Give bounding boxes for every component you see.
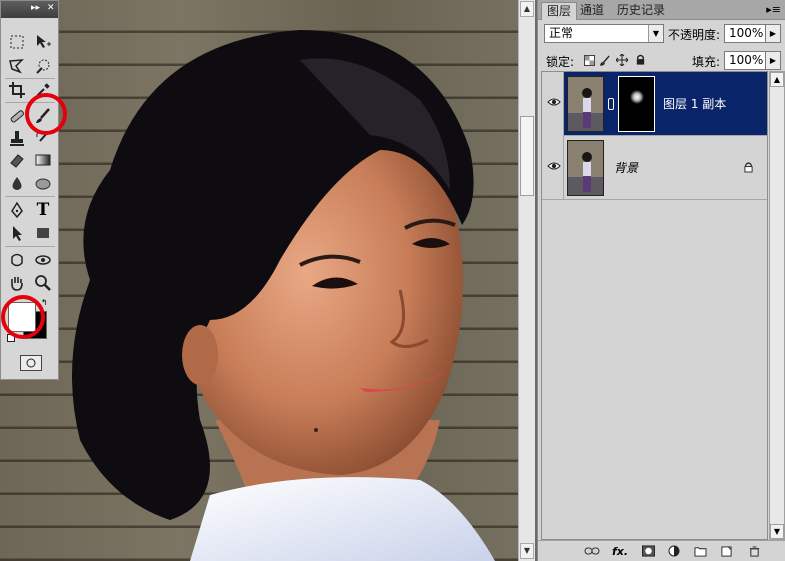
lock-position-icon[interactable] bbox=[615, 53, 629, 67]
photo-portrait bbox=[72, 30, 495, 561]
gradient-tool[interactable] bbox=[31, 149, 55, 171]
sponge-icon bbox=[35, 178, 51, 190]
layers-list: 图层 1 副本 背景 bbox=[541, 71, 768, 540]
canvas-scrollbar[interactable]: ▲ ▼ bbox=[518, 0, 535, 561]
toolbox-panel: ▸▸ ✕ T ↰ bbox=[0, 0, 67, 380]
layer-row[interactable]: 背景 bbox=[542, 136, 767, 200]
panel-bottom-bar: fx. bbox=[538, 540, 785, 561]
move-tool[interactable] bbox=[31, 31, 55, 53]
blend-mode-value: 正常 bbox=[549, 26, 574, 40]
bandage-icon bbox=[10, 110, 24, 123]
stamp-icon bbox=[10, 131, 24, 146]
group-icon[interactable] bbox=[692, 544, 708, 558]
blend-mode-select[interactable]: 正常 ▼ bbox=[544, 24, 664, 43]
opacity-arrow-icon[interactable]: ▶ bbox=[765, 24, 781, 43]
tab-channels[interactable]: 通道 bbox=[575, 2, 609, 20]
droplet-icon bbox=[12, 177, 22, 190]
pen-tool[interactable] bbox=[5, 199, 29, 221]
document-canvas[interactable] bbox=[0, 0, 518, 561]
fill-label: 填充: bbox=[692, 55, 721, 69]
chevron-down-icon: ▼ bbox=[648, 25, 663, 42]
3d-rotate-tool[interactable] bbox=[5, 249, 29, 271]
collapse-icon[interactable]: ▸▸ bbox=[31, 3, 40, 13]
fx-icon[interactable]: fx. bbox=[612, 544, 628, 558]
highlight-ring-swatches bbox=[1, 295, 45, 339]
layer-name[interactable]: 图层 1 副本 bbox=[663, 95, 726, 112]
photoshop-window: ▲ ▼ ▸▸ ✕ T ↰ 图层 通道 历史记录 ▸≡ 正常 ▼ 不透明度: 10… bbox=[0, 0, 785, 561]
tab-layers[interactable]: 图层 bbox=[541, 2, 578, 20]
crop-icon bbox=[9, 82, 25, 98]
trash-icon[interactable] bbox=[746, 544, 762, 558]
arrow-cursor-icon bbox=[13, 226, 22, 241]
lasso-tool[interactable] bbox=[5, 55, 29, 77]
lock-all-icon[interactable] bbox=[633, 53, 647, 67]
magic-wand-tool[interactable] bbox=[31, 55, 55, 77]
magic-wand-icon bbox=[36, 59, 50, 74]
quick-mask-button[interactable] bbox=[20, 355, 42, 371]
lock-label: 锁定: bbox=[546, 55, 575, 69]
move-icon bbox=[37, 35, 51, 48]
dodge-tool[interactable] bbox=[31, 173, 55, 195]
gradient-icon bbox=[35, 154, 51, 166]
hand-icon bbox=[11, 277, 23, 291]
highlight-ring-brush bbox=[25, 93, 67, 135]
scroll-down-arrow-icon[interactable]: ▼ bbox=[520, 543, 534, 559]
rotate-3d-icon bbox=[11, 253, 23, 267]
hand-tool[interactable] bbox=[5, 272, 29, 294]
layer-row[interactable]: 图层 1 副本 bbox=[542, 72, 767, 136]
layer-mask-thumbnail[interactable] bbox=[618, 76, 655, 132]
visibility-toggle[interactable] bbox=[542, 72, 564, 136]
adjustment-icon[interactable] bbox=[666, 544, 682, 558]
layer-name[interactable]: 背景 bbox=[614, 159, 638, 176]
fill-arrow-icon[interactable]: ▶ bbox=[765, 51, 781, 70]
quick-mask-icon bbox=[26, 358, 36, 368]
clone-stamp-tool[interactable] bbox=[5, 127, 29, 149]
visibility-toggle[interactable] bbox=[542, 136, 564, 200]
lock-transparency-icon[interactable] bbox=[582, 53, 596, 67]
lasso-icon bbox=[9, 59, 24, 74]
marquee-icon bbox=[10, 35, 24, 49]
type-icon: T bbox=[36, 200, 50, 220]
mask-link-icon[interactable] bbox=[608, 98, 614, 110]
scroll-up-arrow-icon[interactable]: ▲ bbox=[770, 72, 784, 87]
3d-orbit-tool[interactable] bbox=[31, 249, 55, 271]
panel-tabbar: 图层 通道 历史记录 ▸≡ bbox=[538, 0, 785, 20]
zoom-tool[interactable] bbox=[31, 272, 55, 294]
panel-menu-icon[interactable]: ▸≡ bbox=[766, 3, 781, 16]
scroll-thumb[interactable] bbox=[520, 116, 534, 196]
toolbox-titlebar[interactable]: ▸▸ ✕ bbox=[1, 1, 58, 18]
layers-panel: 图层 通道 历史记录 ▸≡ 正常 ▼ 不透明度: 100% ▶ 锁定: 填充: … bbox=[537, 0, 785, 561]
magnifier-icon bbox=[35, 275, 51, 291]
layers-scrollbar[interactable]: ▲ ▼ bbox=[769, 71, 785, 540]
tab-history[interactable]: 历史记录 bbox=[612, 2, 670, 20]
lock-icon bbox=[744, 162, 753, 176]
pen-icon bbox=[11, 201, 23, 219]
eraser-tool[interactable] bbox=[5, 149, 29, 171]
type-tool[interactable]: T bbox=[31, 199, 55, 221]
blur-tool[interactable] bbox=[5, 173, 29, 195]
lock-pixels-icon[interactable] bbox=[598, 53, 612, 67]
opacity-label: 不透明度: bbox=[668, 28, 721, 42]
close-icon[interactable]: ✕ bbox=[47, 3, 55, 13]
crop-tool[interactable] bbox=[5, 79, 29, 101]
layer-thumbnail[interactable] bbox=[567, 76, 604, 132]
scroll-down-arrow-icon[interactable]: ▼ bbox=[770, 524, 784, 539]
link-icon[interactable] bbox=[584, 544, 600, 558]
eye-icon bbox=[547, 98, 561, 106]
path-selection-tool[interactable] bbox=[5, 222, 29, 244]
rectangle-icon bbox=[37, 228, 49, 238]
shape-tool[interactable] bbox=[31, 222, 55, 244]
eraser-icon bbox=[10, 154, 24, 168]
opacity-input[interactable]: 100% bbox=[724, 24, 766, 43]
eye-icon bbox=[547, 162, 561, 170]
fill-input[interactable]: 100% bbox=[724, 51, 766, 70]
orbit-icon bbox=[35, 255, 51, 265]
layer-thumbnail[interactable] bbox=[567, 140, 604, 196]
scroll-up-arrow-icon[interactable]: ▲ bbox=[520, 1, 534, 17]
marquee-tool[interactable] bbox=[5, 31, 29, 53]
new-layer-icon[interactable] bbox=[718, 544, 734, 558]
mask-icon[interactable] bbox=[640, 544, 656, 558]
